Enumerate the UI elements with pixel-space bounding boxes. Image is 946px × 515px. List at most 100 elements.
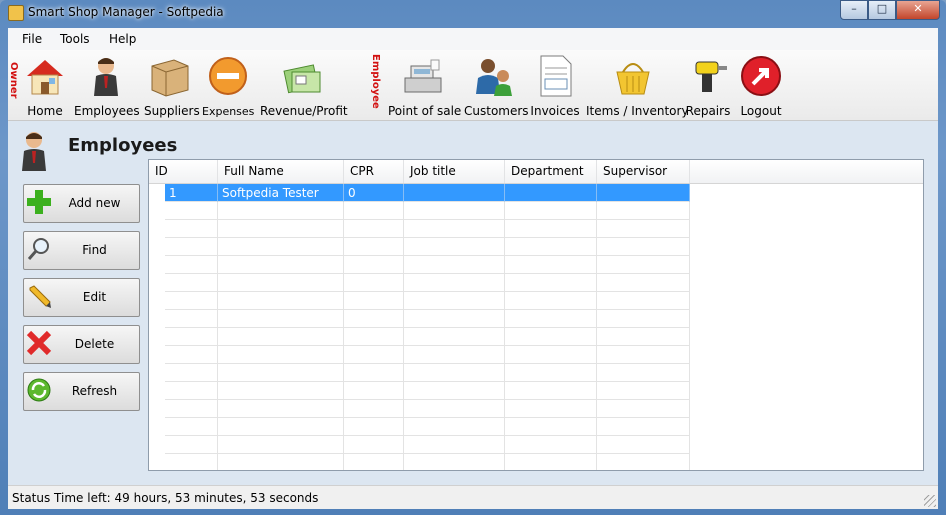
toolbar-revenue-button[interactable]: Revenue/Profit (260, 50, 348, 120)
empty-table-row (149, 382, 923, 400)
toolbar-label: Employees (74, 104, 140, 118)
empty-cell (404, 400, 505, 418)
empty-cell (218, 202, 344, 220)
empty-cell (597, 382, 690, 400)
empty-cell (344, 202, 404, 220)
cell-full-name: Softpedia Tester (218, 184, 344, 202)
refresh-button[interactable]: Refresh (23, 372, 140, 411)
employees-table[interactable]: ID Full Name CPR Job title Department Su… (148, 159, 924, 471)
empty-cell (404, 238, 505, 256)
empty-cell (165, 310, 218, 328)
toolbar-pos-button[interactable]: Point of sale (388, 50, 462, 120)
empty-cell (404, 220, 505, 238)
toolbar-label: Invoices (530, 104, 580, 118)
toolbar-employees-button[interactable]: Employees (74, 50, 140, 120)
add-new-button[interactable]: Add new (23, 184, 140, 223)
empty-cell (404, 382, 505, 400)
empty-cell (505, 346, 597, 364)
column-header-job-title[interactable]: Job title (404, 160, 505, 183)
empty-cell (165, 238, 218, 256)
toolbar-suppliers-button[interactable]: Suppliers (144, 50, 200, 120)
toolbar-invoices-button[interactable]: Invoices (530, 50, 580, 120)
toolbar-home-button[interactable]: Home (22, 50, 68, 120)
empty-table-row (149, 238, 923, 256)
empty-cell (597, 220, 690, 238)
empty-cell (505, 220, 597, 238)
table-header: ID Full Name CPR Job title Department Su… (149, 160, 923, 184)
basket-icon (616, 63, 650, 95)
empty-cell (344, 310, 404, 328)
menu-bar: File Tools Help (8, 28, 938, 50)
minimize-button[interactable]: – (840, 0, 868, 20)
empty-cell (404, 364, 505, 382)
section-title: Employees (68, 135, 178, 156)
app-icon (8, 5, 24, 21)
toolbar-label: Suppliers (144, 104, 200, 118)
empty-cell (218, 364, 344, 382)
edit-button[interactable]: Edit (23, 278, 140, 317)
empty-cell (597, 202, 690, 220)
column-header-department[interactable]: Department (505, 160, 597, 183)
empty-cell (505, 256, 597, 274)
delete-button[interactable]: Delete (23, 325, 140, 364)
empty-cell (218, 454, 344, 470)
column-header-id[interactable]: ID (149, 160, 218, 183)
resize-grip[interactable] (924, 495, 936, 507)
toolbar-inventory-button[interactable]: Items / Inventory (586, 50, 689, 120)
empty-table-row (149, 220, 923, 238)
column-header-full-name[interactable]: Full Name (218, 160, 344, 183)
empty-cell (505, 328, 597, 346)
employees-panel: Employees Add new Find Edit Delete Refre… (8, 121, 938, 485)
status-text: Status Time left: 49 hours, 53 minutes, … (12, 491, 319, 505)
empty-cell (218, 310, 344, 328)
empty-cell (505, 274, 597, 292)
customers-icon (476, 59, 512, 96)
empty-table-row (149, 364, 923, 382)
client-area: File Tools Help Owner Home Employees Sup… (8, 28, 938, 509)
toolbar-expenses-button[interactable]: Expenses (202, 50, 254, 120)
title-bar[interactable]: Smart Shop Manager - Softpedia – □ ✕ (0, 0, 946, 26)
close-button[interactable]: ✕ (896, 0, 940, 20)
find-button[interactable]: Find (23, 231, 140, 270)
empty-cell (218, 256, 344, 274)
toolbar-logout-button[interactable]: Logout (734, 50, 788, 120)
empty-cell (597, 364, 690, 382)
empty-cell (505, 454, 597, 470)
empty-cell (597, 256, 690, 274)
column-header-cpr[interactable]: CPR (344, 160, 404, 183)
empty-cell (165, 274, 218, 292)
empty-cell (344, 418, 404, 436)
toolbar-repairs-button[interactable]: Repairs (684, 50, 732, 120)
empty-cell (165, 364, 218, 382)
empty-cell (505, 382, 597, 400)
menu-file[interactable]: File (22, 32, 42, 46)
revenue-icon (283, 64, 321, 94)
toolbar-customers-button[interactable]: Customers (464, 50, 529, 120)
table-row[interactable]: 1 Softpedia Tester 0 (149, 184, 923, 202)
status-bar: Status Time left: 49 hours, 53 minutes, … (8, 485, 938, 509)
empty-cell (404, 256, 505, 274)
menu-help[interactable]: Help (109, 32, 136, 46)
empty-cell (404, 274, 505, 292)
employee-group-label: Employee (370, 54, 381, 109)
menu-tools[interactable]: Tools (60, 32, 90, 46)
empty-cell (597, 292, 690, 310)
empty-cell (597, 346, 690, 364)
empty-cell (597, 400, 690, 418)
empty-cell (165, 454, 218, 470)
caption-buttons: – □ ✕ (840, 0, 940, 20)
empty-cell (597, 436, 690, 454)
toolbar-label: Revenue/Profit (260, 104, 348, 118)
toolbar-label: Items / Inventory (586, 104, 689, 118)
button-label: Delete (74, 337, 115, 351)
maximize-button[interactable]: □ (868, 0, 896, 20)
empty-cell (218, 328, 344, 346)
empty-cell (404, 202, 505, 220)
toolbar-label: Point of sale (388, 104, 462, 118)
cash-register-icon (404, 59, 442, 93)
column-header-supervisor[interactable]: Supervisor (597, 160, 690, 183)
home-icon (27, 60, 63, 95)
empty-cell (165, 436, 218, 454)
empty-cell (597, 274, 690, 292)
empty-cell (404, 436, 505, 454)
